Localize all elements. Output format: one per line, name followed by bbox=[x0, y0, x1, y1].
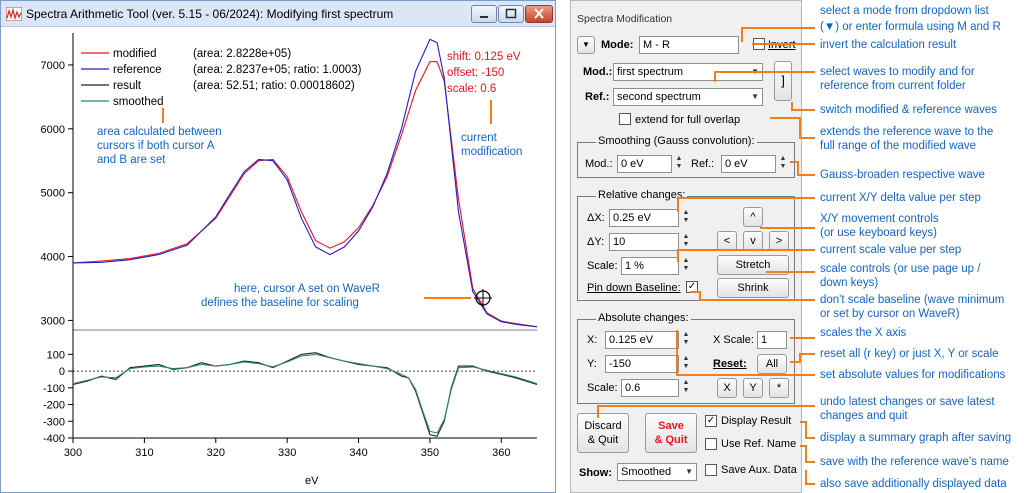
annotation-swap: switch modified & reference waves bbox=[820, 104, 998, 116]
annotation-select-2: reference from current folder bbox=[820, 80, 966, 92]
arrow-select-waves bbox=[714, 71, 815, 82]
annotation-save-aux: also save additionally displayed data bbox=[820, 478, 1007, 490]
annotation-gauss: Gauss-broaden respective wave bbox=[820, 169, 985, 181]
arrow-swap bbox=[791, 102, 815, 111]
annotation-save-2: changes and quit bbox=[820, 410, 908, 422]
annotation-use-ref: save with the reference wave's name bbox=[820, 456, 1009, 468]
arrow-smoothing bbox=[790, 161, 815, 176]
arrow-use-ref-name bbox=[800, 445, 815, 463]
annotation-invert: invert the calculation result bbox=[820, 39, 957, 51]
annotation-mode-2: (▼) or enter formula using M and R bbox=[820, 21, 1001, 33]
annotation-extend-2: full range of the modified wave bbox=[820, 140, 976, 152]
annotation-save-1: undo latest changes or save latest bbox=[820, 396, 995, 408]
arrow-extend bbox=[770, 117, 815, 139]
annotation-reset: reset all (r key) or just X, Y or scale bbox=[820, 348, 999, 360]
annotation-scale-step: current scale value per step bbox=[820, 244, 962, 256]
annotation-delta: current X/Y delta value per step bbox=[820, 192, 981, 204]
annotation-absolute: set absolute values for modifications bbox=[820, 369, 1006, 381]
annotation-select-1: select waves to modify and for bbox=[820, 66, 975, 78]
arrow-discard-save bbox=[597, 405, 815, 418]
annotation-pin-1: don't scale baseline (wave minimum bbox=[820, 294, 1005, 306]
arrow-scale-step bbox=[677, 249, 815, 262]
annotation-extend-1: extends the reference wave to the bbox=[820, 126, 994, 138]
arrow-absolute bbox=[676, 330, 815, 376]
annotation-xscale: scales the X axis bbox=[820, 327, 907, 339]
arrow-display-result bbox=[800, 421, 815, 439]
annotation-display: display a summary graph after saving bbox=[820, 432, 1012, 444]
arrow-pin-baseline bbox=[690, 291, 815, 301]
annotation-movement-2: (or use keyboard keys) bbox=[820, 227, 937, 239]
arrow-delta bbox=[677, 197, 815, 212]
annotation-pin-2: or set by cursor on WaveR) bbox=[820, 308, 960, 320]
annotation-mode-1: select a mode from dropdown list bbox=[820, 5, 989, 17]
annotation-scale-ctrl-1: scale controls (or use page up / bbox=[820, 263, 981, 275]
arrow-mode bbox=[741, 27, 815, 42]
annotation-movement-1: X/Y movement controls bbox=[820, 213, 939, 225]
annotation-scale-ctrl-2: down keys) bbox=[820, 277, 879, 289]
arrow-save-aux bbox=[805, 470, 815, 485]
arrow-reset bbox=[790, 353, 815, 363]
